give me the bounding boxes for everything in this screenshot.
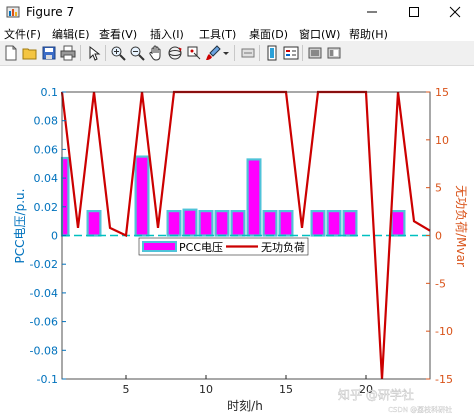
bar bbox=[246, 158, 262, 237]
bar bbox=[214, 210, 230, 237]
menu-bar: 文件(F) 编辑(E) 查看(V) 插入(I) 工具(T) 桌面(D) 窗口(W… bbox=[0, 24, 474, 41]
bar bbox=[278, 210, 294, 237]
bar bbox=[182, 208, 198, 237]
bar bbox=[86, 210, 102, 237]
new-figure-icon[interactable] bbox=[3, 45, 19, 61]
watermark-sub: CSDN @荔枝科研社 bbox=[388, 405, 452, 414]
y-tick-label-left: 0 bbox=[51, 230, 58, 243]
minimize-button[interactable] bbox=[355, 0, 389, 24]
y-tick-label-right: 15 bbox=[435, 86, 449, 99]
menu-window[interactable]: 窗口(W) bbox=[299, 26, 340, 42]
menu-help[interactable]: 帮助(H) bbox=[349, 26, 388, 42]
legend-label-pcc-voltage: PCC电压 bbox=[179, 241, 223, 254]
edit-plot-icon[interactable] bbox=[86, 45, 102, 61]
zoom-in-icon[interactable] bbox=[110, 45, 126, 61]
y-tick-label-left: -0.08 bbox=[30, 344, 58, 357]
y-tick-label-left: 0.08 bbox=[34, 115, 59, 128]
bar bbox=[326, 210, 342, 237]
y-tick-label-right: 10 bbox=[435, 134, 449, 147]
y-tick-label-right: -10 bbox=[435, 325, 453, 338]
y-tick-label-right: 5 bbox=[435, 182, 442, 195]
bar bbox=[262, 210, 278, 237]
menu-tools[interactable]: 工具(T) bbox=[199, 26, 236, 42]
y-axis-label-right: 无功负荷/Mvar bbox=[454, 185, 468, 267]
y-tick-label-left: 0.04 bbox=[34, 172, 59, 185]
y-tick-label-right: 0 bbox=[435, 230, 442, 243]
toolbar-separator bbox=[105, 45, 106, 61]
bar-series-pcc-voltage bbox=[60, 155, 406, 237]
maximize-icon bbox=[409, 7, 419, 17]
x-tick-label: 15 bbox=[279, 383, 293, 396]
matlab-figure-icon bbox=[6, 6, 20, 18]
menu-insert[interactable]: 插入(I) bbox=[150, 26, 184, 42]
legend-label-reactive-load: 无功负荷 bbox=[261, 240, 305, 254]
toolbar-separator bbox=[234, 45, 235, 61]
y-tick-label-right: -5 bbox=[435, 277, 446, 290]
menu-edit[interactable]: 编辑(E) bbox=[52, 26, 90, 42]
watermark-main: 知乎 @研学社 bbox=[338, 387, 414, 402]
close-button[interactable] bbox=[438, 0, 472, 24]
y-tick-label-left: -0.1 bbox=[37, 373, 58, 386]
menu-desktop[interactable]: 桌面(D) bbox=[249, 26, 288, 42]
pan-hand-icon[interactable] bbox=[148, 45, 164, 61]
show-plot-tools-icon[interactable] bbox=[326, 45, 342, 61]
bar bbox=[198, 210, 214, 237]
brush-icon[interactable] bbox=[205, 45, 221, 61]
bar bbox=[390, 210, 406, 237]
title-bar: Figure 7 bbox=[0, 0, 474, 24]
y-tick-label-left: 0.1 bbox=[41, 86, 59, 99]
bar bbox=[342, 210, 358, 237]
toolbar bbox=[0, 41, 474, 66]
bar bbox=[310, 210, 326, 237]
link-plot-icon[interactable] bbox=[240, 45, 256, 61]
x-axis-label: 时刻/h bbox=[227, 399, 263, 413]
toolbar-separator bbox=[80, 45, 81, 61]
y-tick-label-left: -0.04 bbox=[30, 287, 58, 300]
brush-dropdown-icon[interactable] bbox=[222, 45, 230, 61]
y-axis-label-left: PCC电压/p.u. bbox=[13, 189, 27, 264]
window-title: Figure 7 bbox=[26, 5, 75, 19]
x-tick-label: 5 bbox=[123, 383, 130, 396]
maximize-button[interactable] bbox=[397, 0, 431, 24]
zoom-out-icon[interactable] bbox=[129, 45, 145, 61]
legend[interactable]: PCC电压 无功负荷 bbox=[138, 237, 309, 256]
chart: 0.1 0.08 0.06 0.04 0.02 0 -0.02 -0.04 -0.06 -0.08… bbox=[13, 86, 468, 414]
open-file-icon[interactable] bbox=[22, 45, 38, 61]
menu-view[interactable]: 查看(V) bbox=[99, 26, 137, 42]
y-tick-label-right: -15 bbox=[435, 373, 453, 386]
y-tick-label-left: 0.06 bbox=[34, 143, 59, 156]
insert-legend-icon[interactable] bbox=[283, 45, 299, 61]
close-icon bbox=[449, 6, 461, 18]
bar bbox=[166, 210, 182, 237]
y-tick-label-left: -0.06 bbox=[30, 316, 58, 329]
legend-swatch-bar bbox=[142, 241, 177, 252]
bar bbox=[230, 210, 246, 237]
toolbar-separator bbox=[259, 45, 260, 61]
print-icon[interactable] bbox=[60, 45, 76, 61]
y-tick-label-left: -0.02 bbox=[30, 258, 58, 271]
save-icon[interactable] bbox=[41, 45, 57, 61]
data-cursor-icon[interactable] bbox=[186, 45, 202, 61]
hide-plot-tools-icon[interactable] bbox=[307, 45, 323, 61]
x-tick-label: 10 bbox=[199, 383, 213, 396]
toolbar-separator bbox=[302, 45, 303, 61]
bar bbox=[134, 155, 150, 237]
minimize-icon bbox=[367, 11, 377, 13]
bar bbox=[60, 156, 70, 237]
menu-file[interactable]: 文件(F) bbox=[4, 26, 41, 42]
y-tick-label-left: 0.02 bbox=[34, 201, 59, 214]
rotate-3d-icon[interactable] bbox=[167, 45, 183, 61]
insert-colorbar-icon[interactable] bbox=[264, 45, 280, 61]
